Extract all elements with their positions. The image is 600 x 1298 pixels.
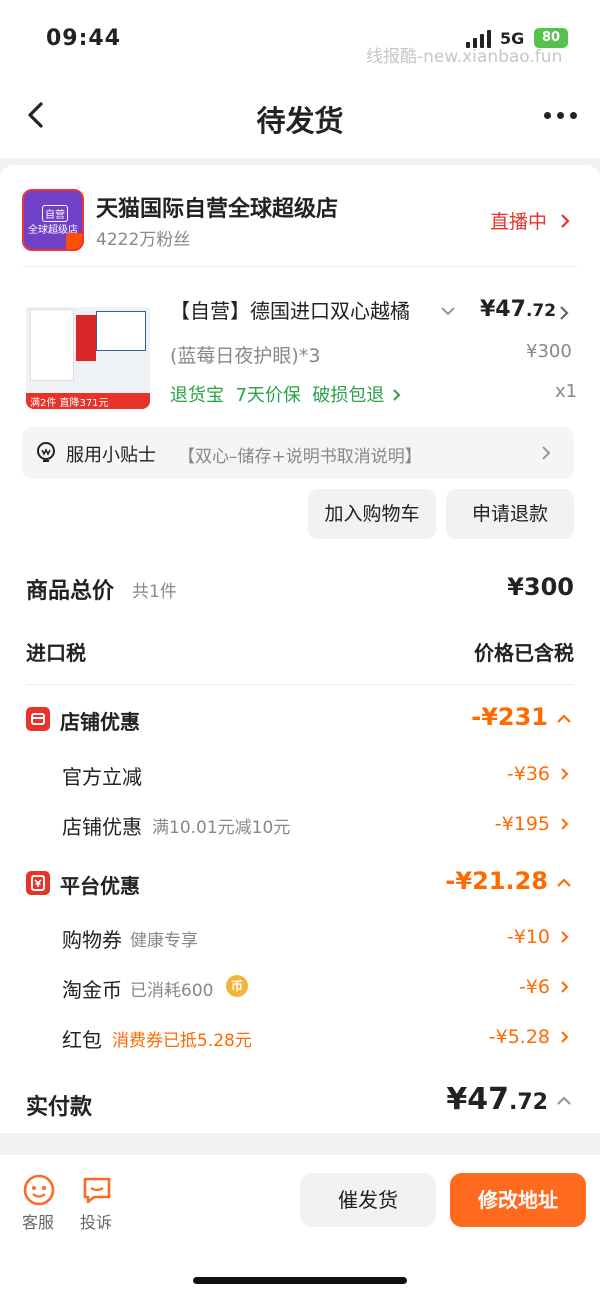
product-spec: (蓝莓日夜护眼)*3 [170,345,321,367]
complaint-label[interactable]: 投诉 [80,1209,112,1233]
tips-bar[interactable]: 服用小贴士 【双心–储存+说明书取消说明】 [22,427,574,479]
total-value: ¥300 [507,573,574,601]
coin-icon: 币 [226,975,248,997]
store-logo[interactable]: 自营 全球超级店 [22,189,84,251]
chevron-right-icon [393,389,401,401]
bottom-bar: 客服 投诉 催发货 修改地址 [0,1155,600,1298]
chevron-right-icon[interactable] [558,305,570,321]
tax-label: 进口税 [26,641,86,665]
official-cut-value: -¥36 [506,763,550,785]
change-address-button[interactable]: 修改地址 [450,1173,586,1227]
chevron-right-icon[interactable] [560,767,570,781]
home-indicator [193,1277,407,1284]
live-label: 直播中 [490,211,548,233]
nav-bar: 待发货 [0,80,600,158]
total-label: 商品总价 [26,579,115,604]
customer-service-label[interactable]: 客服 [22,1209,54,1233]
status-bar: 09:44 5G 80 线报酷-new.xianbao.fun [0,0,600,80]
shopping-coupon-desc: 健康专享 [130,931,198,951]
customer-service-icon[interactable] [22,1173,56,1207]
taojinbi-desc: 已消耗600 [130,981,214,1001]
chevron-up-icon[interactable] [556,877,572,889]
store-discount-icon [26,707,50,731]
product-original-price: ¥300 [526,341,572,362]
live-badge-icon [66,233,82,249]
product-title[interactable]: 【自营】德国进口双心越橘 [170,295,432,324]
product-price: ¥47.72 [480,297,556,322]
chevron-right-icon[interactable] [560,817,570,831]
product-image[interactable]: 满2件 直降371元 [26,287,150,409]
platform-discount-value: -¥21.28 [445,867,548,895]
product-qty: x1 [555,381,578,402]
complaint-icon[interactable] [80,1173,114,1207]
service-tags[interactable]: 退货宝 7天价保 破损包退 [170,381,402,407]
refund-button[interactable]: 申请退款 [446,489,574,539]
official-cut-label: 官方立减 [62,765,142,789]
store-fans: 4222万粉丝 [96,230,191,250]
taojinbi-value: -¥6 [518,976,550,998]
chevron-up-icon[interactable] [556,713,572,725]
live-link[interactable]: 直播中 [490,207,571,234]
watermark: 线报酷-new.xianbao.fun [366,47,563,67]
status-time: 09:44 [46,26,122,51]
redpacket-desc: 消费券已抵5.28元 [112,1031,252,1051]
divider [22,266,578,267]
chevron-right-icon[interactable] [560,930,570,944]
store-coupon-label: 店铺优惠 [62,815,142,839]
store-discount-label: 店铺优惠 [60,710,140,734]
paid-int: ¥47 [446,1082,510,1117]
chevron-right-icon[interactable] [560,980,570,994]
divider [26,684,574,685]
store-name[interactable]: 天猫国际自营全球超级店 [96,191,338,223]
service-tags-text: 退货宝 7天价保 破损包退 [170,385,385,406]
tax-value: 价格已含税 [474,641,574,665]
tips-label: 服用小贴士 [66,445,156,466]
tips-desc: 【双心–储存+说明书取消说明】 [178,447,422,467]
page-title: 待发货 [256,104,344,138]
total-count: 共1件 [132,582,177,602]
paid-label: 实付款 [26,1095,93,1120]
product-image-banner: 满2件 直降371元 [30,398,109,409]
paid-dec: .72 [509,1090,548,1115]
redpacket-label: 红包 [62,1028,102,1052]
redpacket-value: -¥5.28 [488,1026,550,1048]
order-card: 自营 全球超级店 天猫国际自营全球超级店 4222万粉丝 直播中 满2件 直降3… [0,165,600,1133]
chevron-right-icon [542,446,551,460]
store-coupon-value: -¥195 [494,813,550,835]
chevron-right-icon[interactable] [560,1030,570,1044]
platform-discount-label: 平台优惠 [60,874,140,898]
shopping-coupon-value: -¥10 [506,926,550,948]
chevron-down-icon[interactable] [440,305,456,317]
price-dec: .72 [525,301,557,321]
lightbulb-icon [37,442,55,462]
urge-ship-button[interactable]: 催发货 [300,1173,436,1227]
shopping-coupon-label: 购物券 [62,928,122,952]
taojinbi-label: 淘金币 [62,978,122,1002]
platform-discount-icon [26,871,50,895]
add-cart-button[interactable]: 加入购物车 [308,489,436,539]
chevron-up-icon[interactable] [556,1095,572,1107]
price-int: ¥47 [480,297,526,322]
chevron-right-icon [561,214,570,228]
more-dots-icon[interactable] [544,112,578,120]
logo-tag: 自营 [42,205,68,222]
paid-value: ¥47.72 [446,1082,548,1117]
store-discount-value: -¥231 [471,703,548,731]
store-coupon-desc: 满10.01元减10元 [152,818,291,838]
